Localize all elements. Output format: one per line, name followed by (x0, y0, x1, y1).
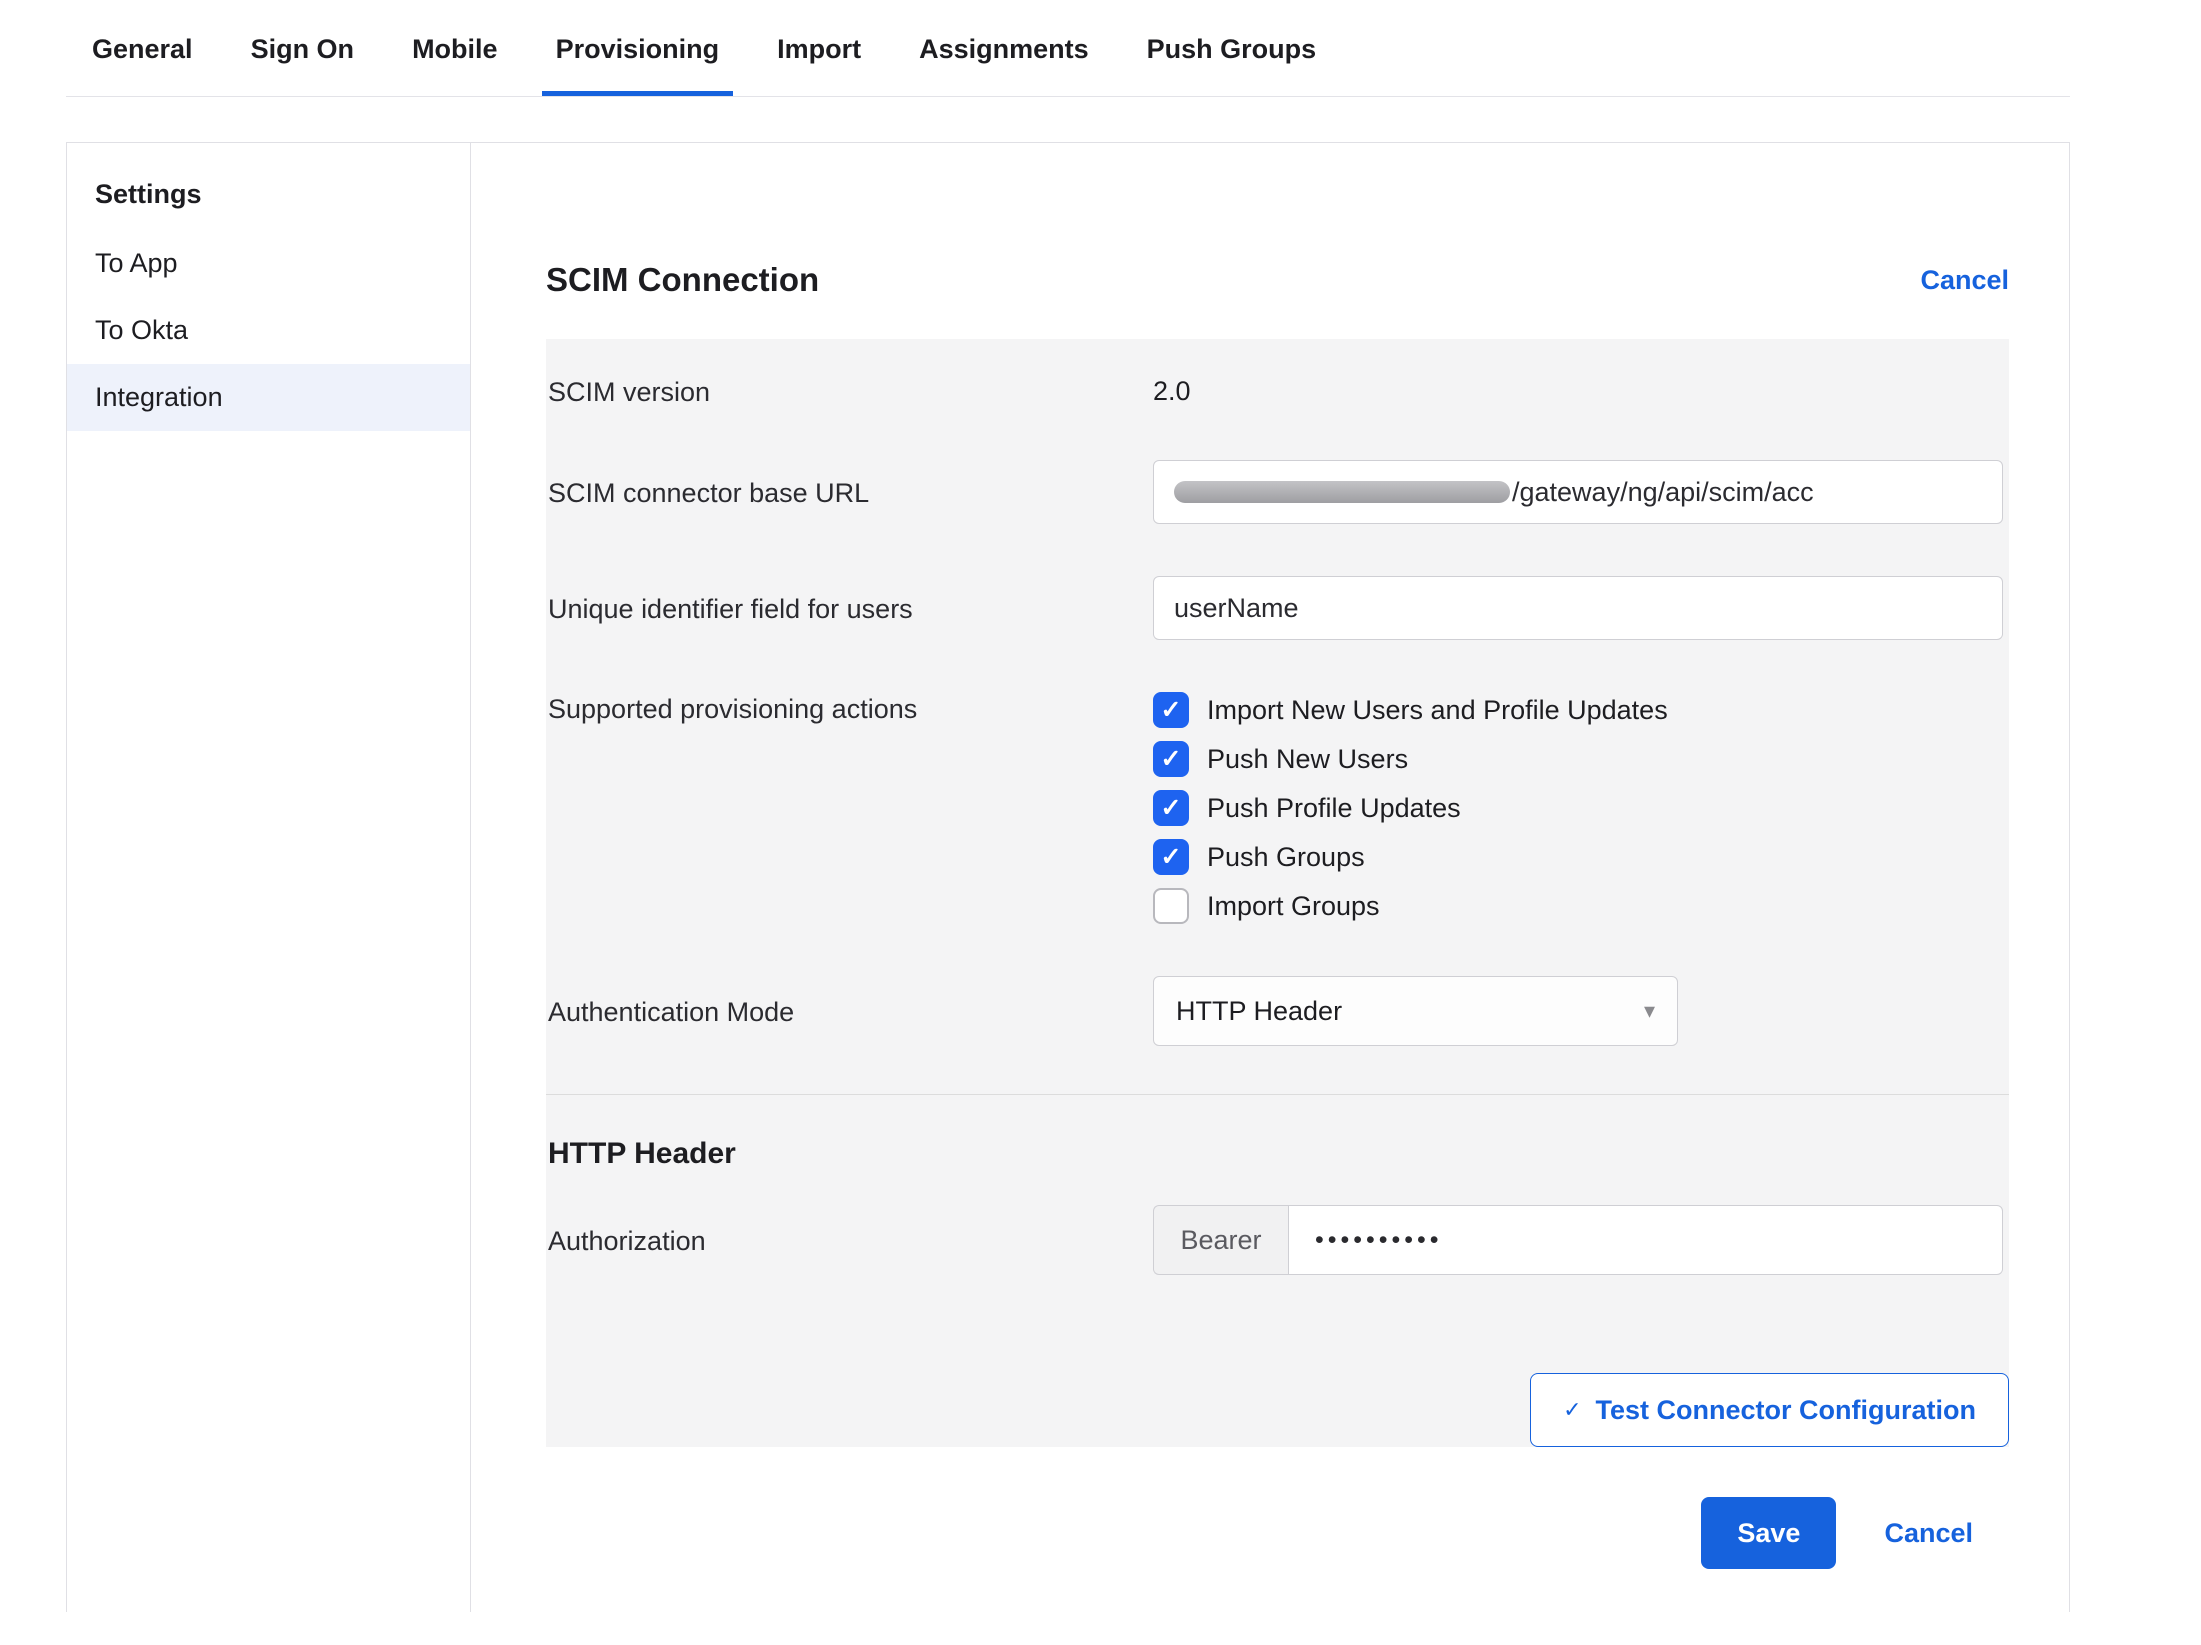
tab-assignments[interactable]: Assignments (905, 28, 1103, 96)
main-content: SCIM Connection Cancel SCIM version 2.0 … (471, 143, 2069, 1612)
tab-mobile[interactable]: Mobile (398, 28, 512, 96)
test-connector-label: Test Connector Configuration (1596, 1395, 1976, 1426)
base-url-label: SCIM connector base URL (548, 476, 1153, 509)
form-footer: Save Cancel (546, 1497, 2009, 1569)
checkbox-label: Import New Users and Profile Updates (1207, 695, 1668, 726)
unique-identifier-value: userName (1174, 593, 1299, 624)
auth-mode-select[interactable]: HTTP Header ▾ (1153, 976, 1678, 1046)
checkbox-label: Import Groups (1207, 891, 1380, 922)
auth-mode-selected-value: HTTP Header (1176, 996, 1342, 1027)
authorization-control: Bearer •••••••••• (1153, 1205, 2003, 1275)
scim-form-panel: SCIM version 2.0 SCIM connector base URL… (546, 339, 2009, 1447)
checkbox-push-new-users[interactable]: Push New Users (1153, 741, 2003, 777)
check-icon: ✓ (1563, 1397, 1581, 1423)
base-url-visible-text: /gateway/ng/api/scim/acc (1512, 477, 1814, 508)
scim-version-label: SCIM version (548, 375, 1153, 408)
checkbox-push-groups[interactable]: Push Groups (1153, 839, 2003, 875)
unique-identifier-input[interactable]: userName (1153, 576, 2003, 640)
tab-provisioning[interactable]: Provisioning (542, 28, 734, 96)
redacted-url-segment (1174, 481, 1510, 503)
authorization-token-input[interactable]: •••••••••• (1288, 1205, 2003, 1275)
chevron-down-icon: ▾ (1644, 998, 1655, 1024)
checkbox-import-new-users[interactable]: Import New Users and Profile Updates (1153, 692, 2003, 728)
tab-sign-on[interactable]: Sign On (237, 28, 369, 96)
authorization-label: Authorization (548, 1224, 1153, 1257)
page-title: SCIM Connection (546, 261, 819, 299)
test-connector-row: ✓ Test Connector Configuration (546, 1301, 2009, 1447)
cancel-link-top[interactable]: Cancel (1920, 265, 2009, 296)
unique-id-label: Unique identifier field for users (548, 592, 1153, 625)
masked-token-value: •••••••••• (1315, 1226, 1443, 1255)
checkbox-label: Push Profile Updates (1207, 793, 1461, 824)
tab-import[interactable]: Import (763, 28, 875, 96)
scim-version-row: SCIM version 2.0 (546, 349, 2009, 434)
checkbox-icon (1153, 741, 1189, 777)
checkbox-push-profile-updates[interactable]: Push Profile Updates (1153, 790, 2003, 826)
sidebar-item-to-okta[interactable]: To Okta (67, 297, 470, 364)
scim-header: SCIM Connection Cancel (546, 261, 2009, 299)
save-button[interactable]: Save (1701, 1497, 1836, 1569)
provisioning-actions-list: Import New Users and Profile Updates Pus… (1153, 692, 2003, 924)
sidebar-item-to-app[interactable]: To App (67, 230, 470, 297)
tab-push-groups[interactable]: Push Groups (1133, 28, 1331, 96)
provisioning-actions-label: Supported provisioning actions (548, 692, 1153, 725)
section-divider (546, 1094, 2009, 1095)
authorization-prefix: Bearer (1153, 1205, 1288, 1275)
checkbox-label: Push New Users (1207, 744, 1408, 775)
checkbox-label: Push Groups (1207, 842, 1365, 873)
sidebar-title: Settings (67, 165, 470, 230)
settings-sidebar: Settings To App To Okta Integration (67, 143, 471, 1612)
tab-bar: General Sign On Mobile Provisioning Impo… (66, 0, 2070, 97)
tab-general[interactable]: General (78, 28, 207, 96)
provisioning-panel: Settings To App To Okta Integration SCIM… (66, 142, 2070, 1612)
test-connector-button[interactable]: ✓ Test Connector Configuration (1530, 1373, 2009, 1447)
auth-mode-row: Authentication Mode HTTP Header ▾ (546, 950, 2009, 1072)
cancel-button[interactable]: Cancel (1884, 1518, 1973, 1549)
checkbox-icon (1153, 790, 1189, 826)
unique-id-row: Unique identifier field for users userNa… (546, 550, 2009, 666)
checkbox-icon (1153, 888, 1189, 924)
scim-connector-base-url-input[interactable]: /gateway/ng/api/scim/acc (1153, 460, 2003, 524)
sidebar-item-integration[interactable]: Integration (67, 364, 470, 431)
authorization-row: Authorization Bearer •••••••••• (546, 1179, 2009, 1301)
provisioning-actions-row: Supported provisioning actions Import Ne… (546, 666, 2009, 950)
auth-mode-label: Authentication Mode (548, 995, 1153, 1028)
http-header-section-title: HTTP Header (548, 1137, 2009, 1171)
checkbox-icon (1153, 692, 1189, 728)
checkbox-import-groups[interactable]: Import Groups (1153, 888, 2003, 924)
checkbox-icon (1153, 839, 1189, 875)
scim-version-value: 2.0 (1153, 376, 2003, 407)
base-url-row: SCIM connector base URL /gateway/ng/api/… (546, 434, 2009, 550)
